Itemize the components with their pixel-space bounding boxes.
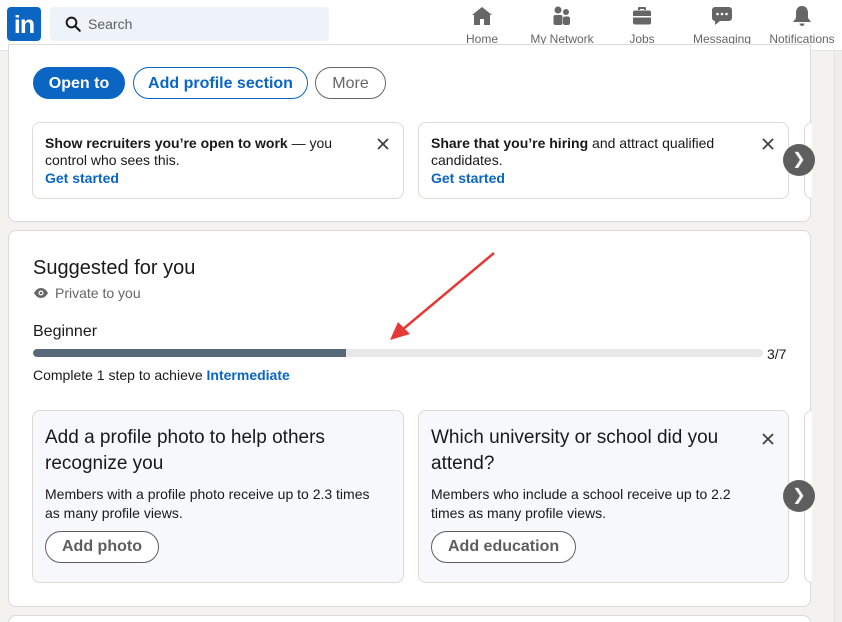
eye-icon <box>34 288 48 298</box>
more-button[interactable]: More <box>315 67 386 99</box>
messaging-icon <box>712 7 732 25</box>
level-label: Beginner <box>33 323 98 340</box>
carousel-next-button[interactable]: ❯ <box>783 480 815 512</box>
add-photo-button[interactable]: Add photo <box>45 531 159 563</box>
progress-fill <box>33 349 346 357</box>
search-icon <box>65 16 81 32</box>
privacy-label: Private to you <box>55 285 141 301</box>
suggestion-description: Members who include a school receive up … <box>431 486 731 521</box>
chevron-right-icon: ❯ <box>792 487 806 504</box>
suggestion-title: Which university or school did you atten… <box>431 427 719 474</box>
progress-count: 3/7 <box>767 346 787 362</box>
nav-item-home[interactable]: Home <box>462 4 502 48</box>
network-icon <box>553 6 570 25</box>
next-step-text: Complete 1 step to achieve Intermediate <box>33 367 290 383</box>
linkedin-logo[interactable]: in <box>7 7 41 41</box>
bell-icon <box>793 6 811 26</box>
open-to-work-bold: Show recruiters you’re open to work <box>45 135 288 151</box>
next-section-card <box>8 615 811 622</box>
search-box[interactable] <box>50 7 329 41</box>
add-education-button[interactable]: Add education <box>431 531 577 563</box>
privacy-note: Private to you <box>33 285 141 301</box>
open-to-button[interactable]: Open to <box>33 67 125 99</box>
suggested-title: Suggested for you <box>33 257 196 279</box>
hiring-card: Share that you’re hiring and attract qua… <box>418 122 789 199</box>
suggestion-card-education: Which university or school did you atten… <box>418 410 789 583</box>
add-profile-section-button[interactable]: Add profile section <box>133 67 308 99</box>
hiring-bold: Share that you’re hiring <box>431 135 589 151</box>
nav-item-my-network[interactable]: My Network <box>524 4 600 48</box>
profile-actions-card: Open to Add profile section More Show re… <box>8 44 815 222</box>
open-to-work-text: Show recruiters you’re open to work — yo… <box>45 135 345 187</box>
search-input[interactable] <box>88 7 318 41</box>
suggestion-description: Members with a profile photo receive up … <box>45 486 370 521</box>
progress-bar <box>33 349 763 357</box>
suggested-card: Suggested for you Private to you Beginne… <box>8 230 815 607</box>
hiring-get-started-link[interactable]: Get started <box>431 170 751 187</box>
nav-item-jobs[interactable]: Jobs <box>622 4 662 48</box>
intermediate-link[interactable]: Intermediate <box>207 367 290 383</box>
page-gutter <box>834 51 842 622</box>
chevron-right-icon: ❯ <box>792 151 806 168</box>
close-icon[interactable] <box>375 136 391 152</box>
close-icon[interactable] <box>760 431 776 447</box>
suggestion-title: Add a profile photo to help others recog… <box>45 427 325 474</box>
open-to-work-card: Show recruiters you’re open to work — yo… <box>32 122 404 199</box>
suggestion-card-photo: Add a profile photo to help others recog… <box>32 410 404 583</box>
close-icon[interactable] <box>760 136 776 152</box>
nav-item-notifications[interactable]: Notifications <box>764 4 840 48</box>
briefcase-icon <box>633 7 651 25</box>
next-step-prefix: Complete 1 step to achieve <box>33 367 207 383</box>
home-icon <box>472 7 492 25</box>
nav-item-messaging[interactable]: Messaging <box>690 4 754 48</box>
open-to-work-get-started-link[interactable]: Get started <box>45 170 345 187</box>
hiring-text: Share that you’re hiring and attract qua… <box>431 135 751 187</box>
carousel-next-button[interactable]: ❯ <box>783 144 815 176</box>
